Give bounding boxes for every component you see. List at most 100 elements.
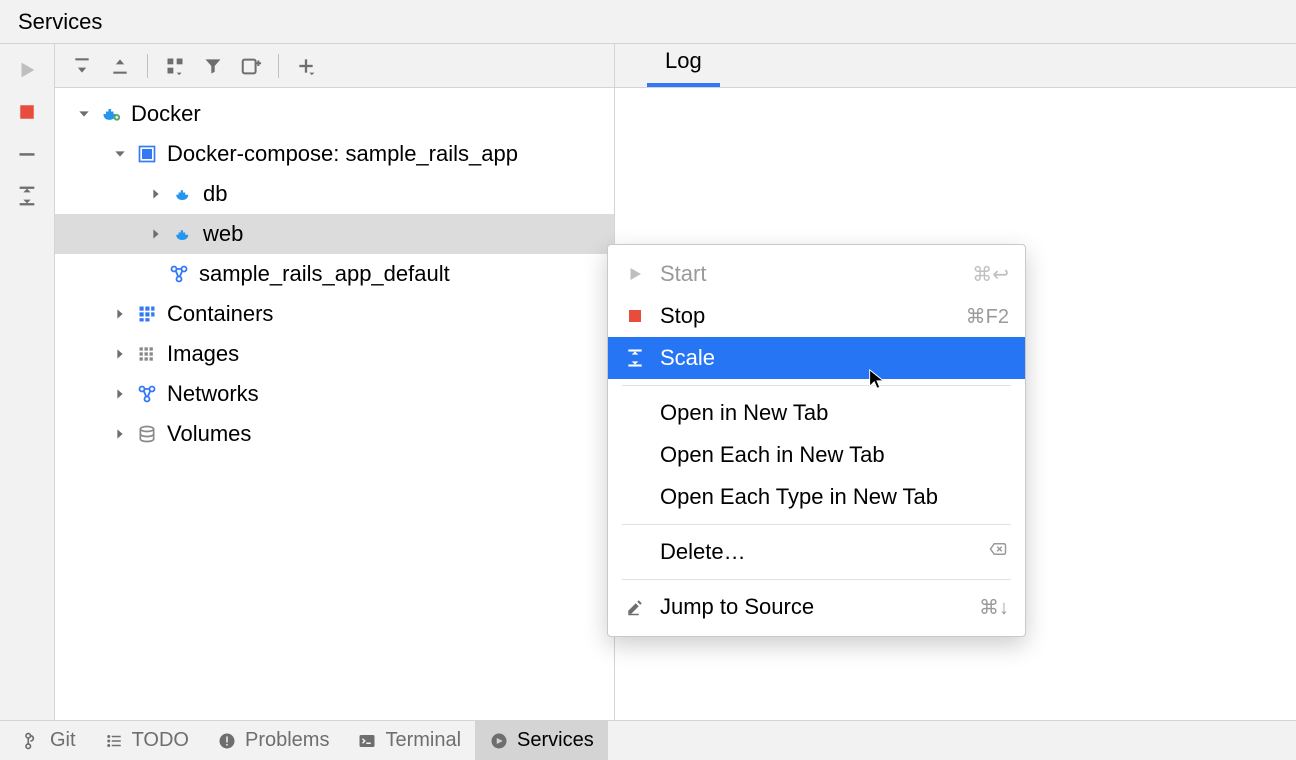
panel-title: Services <box>18 9 102 35</box>
chevron-right-icon <box>109 383 131 405</box>
chevron-right-icon <box>109 303 131 325</box>
tree-panel: Docker Docker-compose: sample_rails_app <box>55 44 615 720</box>
bottom-label: TODO <box>132 729 189 752</box>
chevron-right-icon <box>145 223 167 245</box>
menu-start[interactable]: Start ⌘↩ <box>608 253 1025 295</box>
menu-scale[interactable]: Scale <box>608 337 1025 379</box>
containers-icon <box>135 302 159 326</box>
bottom-problems[interactable]: Problems <box>203 721 343 760</box>
menu-shortcut: ⌘↓ <box>979 595 1009 620</box>
bottom-label: Terminal <box>385 729 461 752</box>
menu-separator <box>622 579 1011 580</box>
tab-log[interactable]: Log <box>647 40 720 87</box>
tree-node-docker[interactable]: Docker <box>55 94 614 134</box>
warning-icon <box>217 731 237 751</box>
expand-all-button[interactable] <box>65 49 99 83</box>
tree-label: Networks <box>167 381 259 407</box>
tree-toolbar <box>55 44 614 88</box>
tree-label: web <box>203 221 243 247</box>
service-icon <box>171 182 195 206</box>
menu-label: Start <box>660 261 958 287</box>
menu-stop[interactable]: Stop ⌘F2 <box>608 295 1025 337</box>
menu-label: Open Each in New Tab <box>660 442 1009 468</box>
add-service-button[interactable] <box>289 49 323 83</box>
tree-node-web[interactable]: web <box>55 214 614 254</box>
chevron-right-icon <box>145 183 167 205</box>
tree-label: db <box>203 181 227 207</box>
panel-header: Services <box>0 0 1296 44</box>
detail-tabs: Log <box>615 44 1296 88</box>
edit-icon <box>624 596 646 618</box>
tree-label: Docker-compose: sample_rails_app <box>167 141 518 167</box>
chevron-right-icon <box>109 423 131 445</box>
tree-node-db[interactable]: db <box>55 174 614 214</box>
bottom-services[interactable]: Services <box>475 721 608 760</box>
terminal-icon <box>357 731 377 751</box>
tree-label: Volumes <box>167 421 251 447</box>
bottom-todo[interactable]: TODO <box>90 721 203 760</box>
bottom-terminal[interactable]: Terminal <box>343 721 475 760</box>
menu-jump-source[interactable]: Jump to Source ⌘↓ <box>608 586 1025 628</box>
menu-label: Open in New Tab <box>660 400 1009 426</box>
tree-node-volumes[interactable]: Volumes <box>55 414 614 454</box>
scale-icon <box>624 347 646 369</box>
bottom-label: Problems <box>245 729 329 752</box>
list-icon <box>104 731 124 751</box>
chevron-down-icon <box>109 143 131 165</box>
service-icon <box>171 222 195 246</box>
stop-icon <box>624 305 646 327</box>
menu-label: Open Each Type in New Tab <box>660 484 1009 510</box>
tree-node-containers[interactable]: Containers <box>55 294 614 334</box>
menu-label: Stop <box>660 303 952 329</box>
chevron-right-icon <box>109 343 131 365</box>
chevron-down-icon <box>73 103 95 125</box>
git-icon <box>22 731 42 751</box>
mouse-cursor <box>866 368 888 390</box>
menu-separator <box>622 385 1011 386</box>
bottom-label: Services <box>517 729 594 752</box>
network-icon <box>167 262 191 286</box>
docker-icon <box>99 102 123 126</box>
filter-button[interactable] <box>196 49 230 83</box>
scale-gutter-icon[interactable] <box>15 184 39 208</box>
tree-label: Images <box>167 341 239 367</box>
menu-delete[interactable]: Delete… <box>608 531 1025 573</box>
left-gutter <box>0 44 55 720</box>
group-by-button[interactable] <box>158 49 192 83</box>
play-icon <box>624 263 646 285</box>
minimize-icon[interactable] <box>15 142 39 166</box>
network-icon <box>135 382 159 406</box>
images-icon <box>135 342 159 366</box>
stop-button[interactable] <box>15 100 39 124</box>
tree-label: Containers <box>167 301 273 327</box>
bottom-label: Git <box>50 729 76 752</box>
context-menu: Start ⌘↩ Stop ⌘F2 Scale Open in New Tab … <box>607 244 1026 637</box>
compose-icon <box>135 142 159 166</box>
tree-node-compose[interactable]: Docker-compose: sample_rails_app <box>55 134 614 174</box>
toolbar-separator <box>278 54 279 78</box>
menu-shortcut: ⌘↩ <box>972 262 1009 287</box>
run-button[interactable] <box>15 58 39 82</box>
services-icon <box>489 731 509 751</box>
tree-label: sample_rails_app_default <box>199 261 450 287</box>
bottom-toolwindow-bar: Git TODO Problems Terminal Services <box>0 720 1296 760</box>
tree-node-network-default[interactable]: sample_rails_app_default <box>55 254 614 294</box>
menu-open-tab[interactable]: Open in New Tab <box>608 392 1025 434</box>
tree-label: Docker <box>131 101 201 127</box>
menu-label: Jump to Source <box>660 594 965 620</box>
delete-key-icon <box>987 540 1009 564</box>
menu-label: Scale <box>660 345 1009 371</box>
services-tree: Docker Docker-compose: sample_rails_app <box>55 88 614 720</box>
collapse-all-button[interactable] <box>103 49 137 83</box>
menu-open-each-type[interactable]: Open Each Type in New Tab <box>608 476 1025 518</box>
volumes-icon <box>135 422 159 446</box>
open-new-tab-button[interactable] <box>234 49 268 83</box>
menu-label: Delete… <box>660 539 973 565</box>
menu-shortcut: ⌘F2 <box>966 304 1009 329</box>
bottom-git[interactable]: Git <box>8 721 90 760</box>
toolbar-separator <box>147 54 148 78</box>
menu-open-each[interactable]: Open Each in New Tab <box>608 434 1025 476</box>
tree-node-images[interactable]: Images <box>55 334 614 374</box>
menu-separator <box>622 524 1011 525</box>
tree-node-networks[interactable]: Networks <box>55 374 614 414</box>
